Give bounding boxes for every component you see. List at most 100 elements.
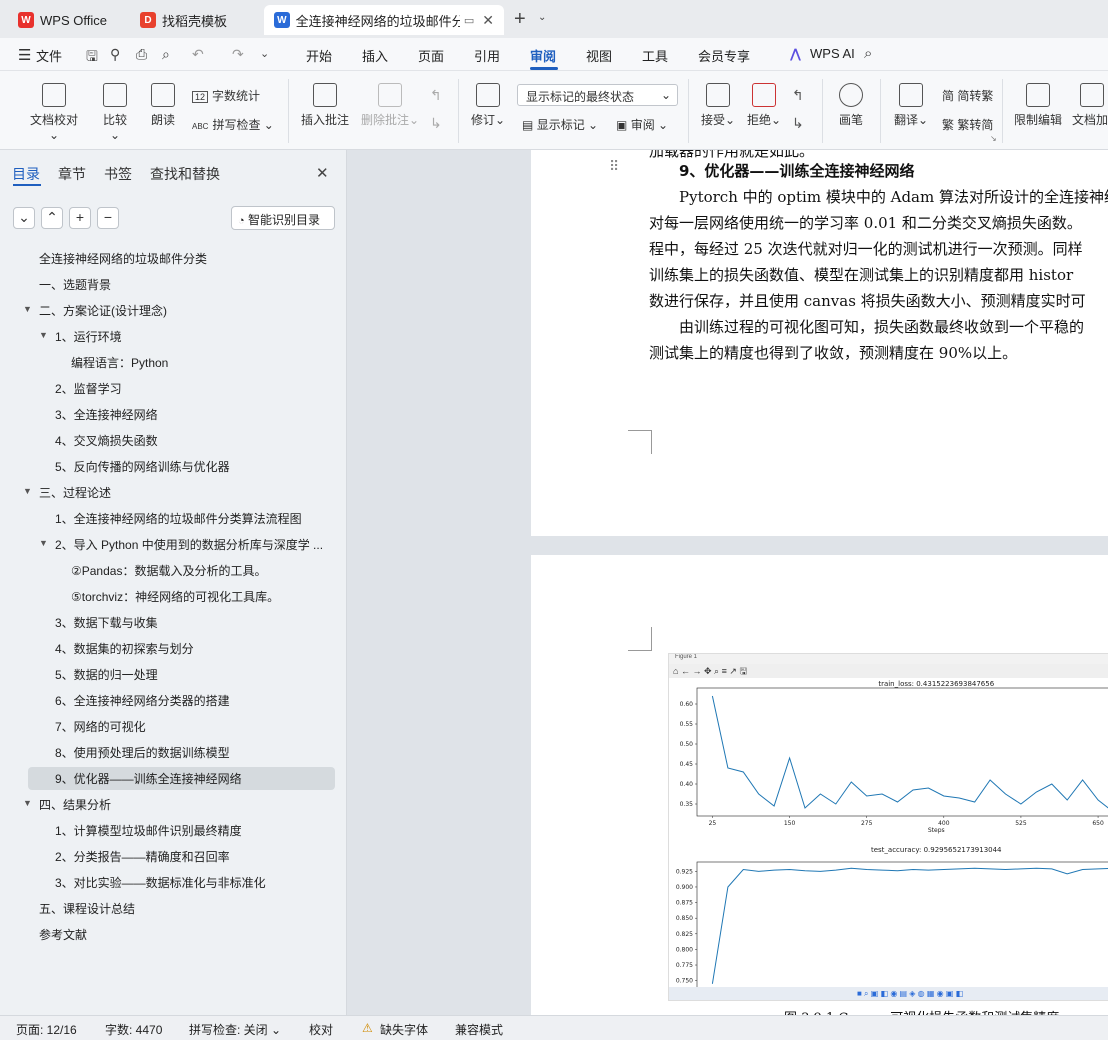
track-changes-button[interactable]: 修订⌄ [470, 83, 506, 128]
expand-toggle-icon[interactable]: ▼ [39, 538, 48, 548]
toc-item[interactable]: ②Pandas：数据载入及分析的工具。 [71, 562, 266, 579]
toc-item[interactable]: 五、课程设计总结 [39, 900, 135, 917]
chevron-down-icon[interactable]: ⌄ [538, 12, 546, 23]
toc-item[interactable]: 编程语言：Python [71, 354, 168, 371]
sidebar-tab-toc[interactable]: 目录 [12, 164, 40, 184]
accept-button[interactable]: 接受⌄ [700, 83, 736, 128]
new-tab-icon[interactable]: + [514, 8, 526, 31]
expand-up-button[interactable]: ⌃ [41, 207, 63, 229]
menu-page[interactable]: 页面 [418, 46, 444, 65]
toc-item[interactable]: 2、导入 Python 中使用到的数据分析库与深度学 ... [55, 536, 323, 553]
toc-item[interactable]: 2、分类报告——精确度和召回率 [55, 848, 230, 865]
sidebar-tab-sections[interactable]: 章节 [58, 164, 86, 184]
spell-check-button[interactable]: ABC 拼写检查 ⌄ [192, 116, 274, 133]
sidebar-tab-bookmarks[interactable]: 书签 [104, 164, 132, 184]
smart-toc-button[interactable]: ◔ 智能识别目录 [231, 206, 335, 230]
toc-item[interactable]: 四、结果分析 [39, 796, 111, 813]
search-icon[interactable]: ⌕ [864, 45, 872, 62]
toc-item[interactable]: 3、数据下载与收集 [55, 614, 158, 631]
collapse-all-button[interactable]: ⌄ [13, 207, 35, 229]
toc-item[interactable]: 4、交叉熵损失函数 [55, 432, 158, 449]
show-markup-button[interactable]: ▤ 显示标记 ⌄ [522, 116, 598, 133]
toc-item[interactable]: 8、使用预处理后的数据训练模型 [55, 744, 230, 761]
sidebar-tab-find-replace[interactable]: 查找和替换 [150, 164, 220, 184]
next-comment-icon[interactable]: ↳ [430, 115, 442, 132]
tab-templates[interactable]: D 找稻壳模板 [130, 5, 258, 35]
toc-item[interactable]: 3、全连接神经网络 [55, 406, 158, 423]
word-count-button[interactable]: 12 字数统计 [192, 87, 260, 104]
insert-comment-button[interactable]: 插入批注 [300, 83, 350, 128]
close-icon[interactable]: ✕ [316, 164, 329, 182]
add-heading-button[interactable]: + [69, 207, 91, 229]
tab-current-document[interactable]: W 全连接神经网络的垃圾邮件分类 ▭ ✕ [264, 5, 504, 35]
menu-wps-ai[interactable]: WPS AI [810, 46, 855, 61]
page-indicator[interactable]: 页面: 12/16 [16, 1021, 77, 1038]
toc-item[interactable]: 5、反向传播的网络训练与优化器 [55, 458, 230, 475]
expand-toggle-icon[interactable]: ▼ [23, 798, 32, 808]
print-preview-icon[interactable]: ⌕ [162, 46, 170, 63]
previous-change-icon[interactable]: ↰ [792, 87, 804, 104]
quick-access-more-icon[interactable]: ⌄ [260, 47, 269, 60]
toc-item[interactable]: 3、对比实验——数据标准化与非标准化 [55, 874, 266, 891]
restrict-editing-button[interactable]: 限制编辑 [1012, 83, 1064, 128]
drag-handle-icon[interactable]: ⠿ [609, 158, 619, 175]
toc-item[interactable]: 5、数据的归一处理 [55, 666, 158, 683]
next-change-icon[interactable]: ↳ [792, 115, 804, 132]
read-aloud-button[interactable]: 朗读 [148, 83, 178, 128]
menu-membership[interactable]: 会员专享 [698, 46, 750, 65]
toc-item[interactable]: 二、方案论证(设计理念) [39, 302, 167, 319]
menu-file[interactable]: 文件 [36, 46, 62, 65]
markup-state-select[interactable]: 显示标记的最终状态 ⌄ [517, 84, 678, 106]
toc-item[interactable]: 6、全连接神经网络分类器的搭建 [55, 692, 230, 709]
redo-icon[interactable]: ↷ [232, 46, 244, 63]
print-icon[interactable]: ⎙ [136, 46, 147, 63]
toc-item[interactable]: 参考文献 [39, 926, 87, 943]
menu-review[interactable]: 审阅 [530, 46, 556, 65]
toc-item[interactable]: ⑤torchviz：神经网络的可视化工具库。 [71, 588, 279, 605]
menu-insert[interactable]: 插入 [362, 46, 388, 65]
toc-item[interactable]: 1、全连接神经网络的垃圾邮件分类算法流程图 [55, 510, 302, 527]
remove-heading-button[interactable]: − [97, 207, 119, 229]
to-simplified-button[interactable]: 繁 繁转简 [942, 116, 993, 133]
word-count-indicator[interactable]: 字数: 4470 [105, 1021, 162, 1038]
reject-button[interactable]: 拒绝⌄ [746, 83, 782, 128]
menu-tools[interactable]: 工具 [642, 46, 668, 65]
expand-toggle-icon[interactable]: ▼ [23, 304, 32, 314]
toc-item[interactable]: 三、过程论述 [39, 484, 111, 501]
missing-font-status[interactable]: 缺失字体 [380, 1021, 428, 1038]
toc-item[interactable]: 一、选题背景 [39, 276, 111, 293]
doc-encrypt-button[interactable]: 文档加 [1072, 83, 1108, 128]
toc-item[interactable]: 全连接神经网络的垃圾邮件分类 [39, 250, 207, 267]
pen-button[interactable]: 画笔 [834, 83, 868, 128]
toc-item[interactable]: 1、运行环境 [55, 328, 122, 345]
toc-item[interactable]: 2、监督学习 [55, 380, 122, 397]
delete-comment-button[interactable]: 删除批注⌄ [360, 83, 420, 128]
share-icon[interactable]: ⚲ [110, 46, 120, 63]
hamburger-icon[interactable]: ☰ [18, 46, 31, 64]
doc-check-button[interactable]: 文档校对⌄ [28, 83, 80, 142]
expand-toggle-icon[interactable]: ▼ [39, 330, 48, 340]
close-tab-icon[interactable]: ✕ [482, 12, 494, 29]
menu-references[interactable]: 引用 [474, 46, 500, 65]
button-label: 拼写检查 [212, 118, 261, 132]
to-traditional-button[interactable]: 简 简转繁 [942, 87, 993, 104]
group-launcher-icon[interactable]: ↘ [990, 134, 997, 143]
insert-comment-icon [313, 83, 337, 107]
proofread-status[interactable]: 校对 [309, 1021, 333, 1038]
traditional-char-icon: 繁 [942, 118, 955, 132]
review-pane-button[interactable]: ▣ 审阅 ⌄ [616, 116, 668, 133]
toc-item[interactable]: 7、网络的可视化 [55, 718, 146, 735]
compare-button[interactable]: 比较⌄ [98, 83, 132, 142]
toc-item[interactable]: 4、数据集的初探索与划分 [55, 640, 194, 657]
toc-item[interactable]: 9、优化器——训练全连接神经网络 [55, 770, 242, 787]
spell-check-status[interactable]: 拼写检查: 关闭 ⌄ [189, 1021, 281, 1038]
tab-wps-office[interactable]: W WPS Office [8, 5, 123, 35]
save-icon[interactable]: 🖫 [86, 46, 98, 70]
translate-button[interactable]: 翻译⌄ [892, 83, 930, 128]
undo-icon[interactable]: ↶ [192, 46, 204, 63]
expand-toggle-icon[interactable]: ▼ [23, 486, 32, 496]
menu-home[interactable]: 开始 [306, 46, 332, 65]
previous-comment-icon[interactable]: ↰ [430, 87, 442, 104]
menu-view[interactable]: 视图 [586, 46, 612, 65]
toc-item[interactable]: 1、计算模型垃圾邮件识别最终精度 [55, 822, 242, 839]
